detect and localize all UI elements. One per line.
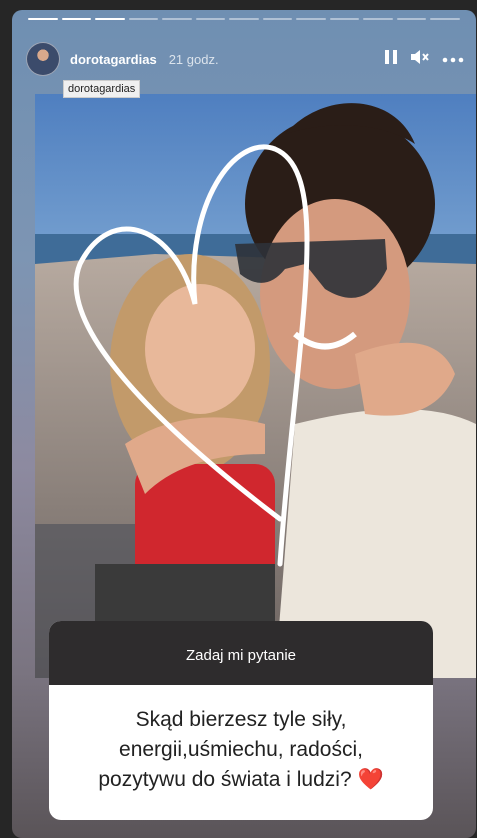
story-viewer[interactable]: dorotagardias 21 godz. dorotagardias Zad…	[12, 10, 476, 838]
username-tooltip: dorotagardias	[63, 80, 141, 98]
progress-segment	[262, 18, 293, 20]
progress-segment	[296, 18, 326, 20]
question-sticker-header: Zadaj mi pytanie	[49, 621, 433, 685]
progress-segment	[229, 18, 259, 20]
progress-segment	[128, 18, 159, 20]
progress-segment	[195, 18, 226, 20]
story-header: dorotagardias 21 godz.	[26, 42, 464, 76]
progress-segment	[430, 18, 460, 20]
progress-segment	[396, 18, 427, 20]
story-photo	[35, 94, 476, 678]
story-controls	[384, 49, 464, 70]
pause-icon[interactable]	[384, 49, 398, 70]
progress-segment	[95, 18, 125, 20]
progress-segment	[363, 18, 393, 20]
progress-segment	[329, 18, 360, 20]
question-line: pozytywu do świata i ludzi? ❤️	[65, 765, 417, 795]
question-text: Skąd bierzesz tyle siły, energii,uśmiech…	[49, 685, 433, 795]
story-progress-bar	[28, 18, 460, 21]
post-time: 21 godz.	[168, 51, 219, 67]
question-line: energii,uśmiechu, radości,	[119, 738, 363, 761]
avatar[interactable]	[26, 42, 60, 76]
more-icon[interactable]	[442, 50, 464, 68]
question-line-text: pozytywu do świata i ludzi?	[98, 768, 352, 791]
heart-emoji-icon: ❤️	[357, 768, 384, 791]
username[interactable]: dorotagardias	[70, 52, 157, 67]
question-line: Skąd bierzesz tyle siły,	[135, 708, 347, 731]
progress-segment	[162, 18, 192, 20]
progress-segment	[61, 18, 92, 20]
progress-segment	[28, 18, 58, 20]
mute-icon[interactable]	[410, 49, 430, 70]
question-sticker[interactable]: Zadaj mi pytanie Skąd bierzesz tyle siły…	[49, 621, 433, 820]
